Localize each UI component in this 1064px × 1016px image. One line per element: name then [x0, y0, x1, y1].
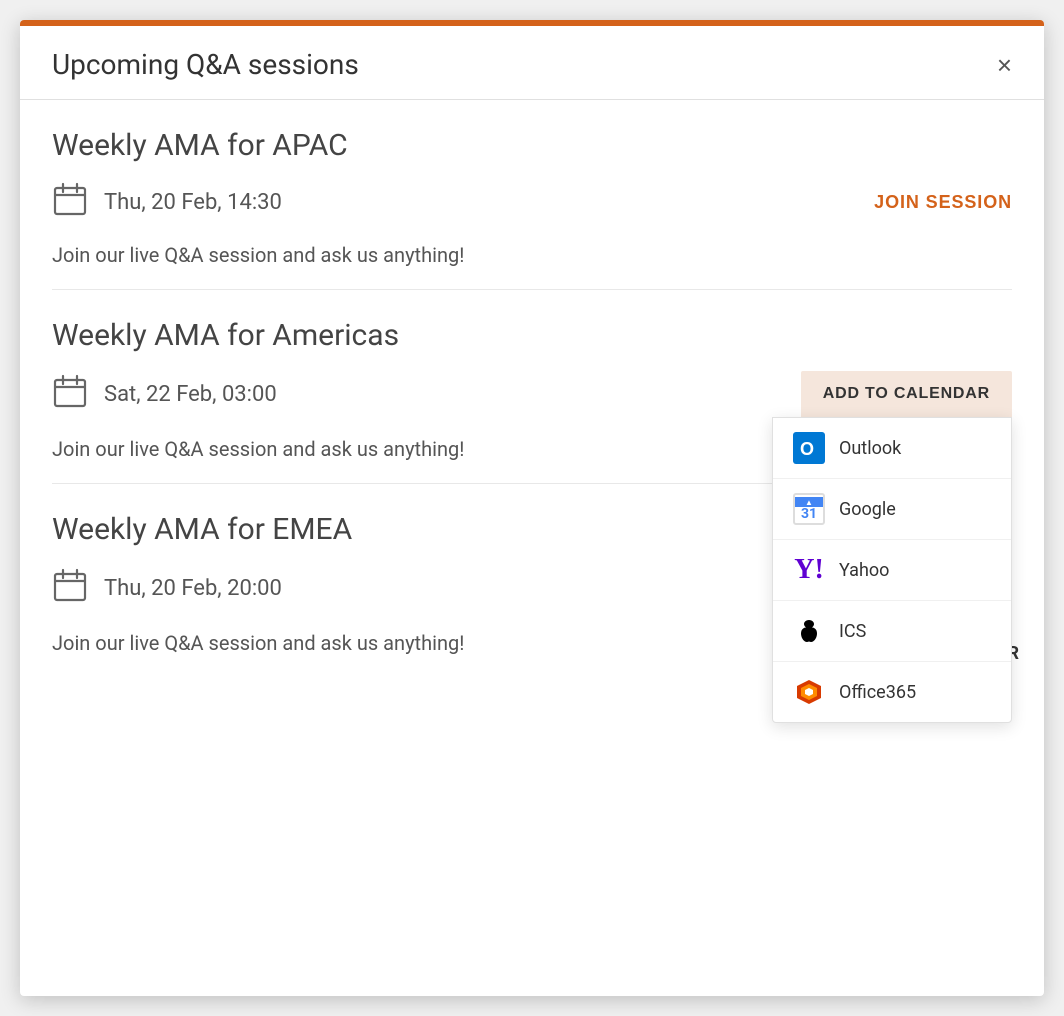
session-apac: Weekly AMA for APAC Thu, 20 Feb, 14:30 J… [52, 100, 1012, 290]
calendar-option-google[interactable]: ▲ 31 Google [773, 479, 1011, 540]
office365-label: Office365 [839, 682, 916, 703]
calendar-icon-americas [52, 373, 88, 415]
modal-container: Upcoming Q&A sessions × Weekly AMA for A… [20, 20, 1044, 996]
session-emea-date-left: Thu, 20 Feb, 20:00 [52, 567, 282, 609]
session-americas-date-left: Sat, 22 Feb, 03:00 [52, 373, 277, 415]
yahoo-label: Yahoo [839, 560, 889, 581]
session-apac-date-left: Thu, 20 Feb, 14:30 [52, 181, 282, 223]
calendar-icon-emea [52, 567, 88, 609]
add-to-calendar-wrapper: ADD TO CALENDAR O Outlook [801, 371, 1012, 417]
office365-icon [793, 676, 825, 708]
session-apac-description: Join our live Q&A session and ask us any… [52, 241, 1012, 269]
session-americas-date: Sat, 22 Feb, 03:00 [104, 382, 277, 407]
modal-header: Upcoming Q&A sessions × [20, 26, 1044, 100]
calendar-option-office365[interactable]: Office365 [773, 662, 1011, 722]
add-to-calendar-button-americas[interactable]: ADD TO CALENDAR [801, 371, 1012, 417]
session-apac-date-row: Thu, 20 Feb, 14:30 JOIN SESSION [52, 181, 1012, 223]
session-apac-date: Thu, 20 Feb, 14:30 [104, 190, 282, 215]
session-americas: Weekly AMA for Americas Sat, 22 Feb, 03:… [52, 290, 1012, 484]
join-session-button-apac[interactable]: JOIN SESSION [874, 192, 1012, 213]
outlook-label: Outlook [839, 438, 901, 459]
session-emea-date: Thu, 20 Feb, 20:00 [104, 576, 282, 601]
modal-title: Upcoming Q&A sessions [52, 48, 359, 81]
calendar-icon-apac [52, 181, 88, 223]
yahoo-icon: Y! [793, 554, 825, 586]
close-button[interactable]: × [997, 52, 1012, 78]
calendar-option-outlook[interactable]: O Outlook [773, 418, 1011, 479]
session-americas-title: Weekly AMA for Americas [52, 318, 1012, 353]
calendar-dropdown: O Outlook ▲ 31 Google [772, 417, 1012, 723]
google-label: Google [839, 499, 896, 520]
apple-icon [793, 615, 825, 647]
outlook-icon: O [793, 432, 825, 464]
google-calendar-icon: ▲ 31 [793, 493, 825, 525]
calendar-option-ics[interactable]: ICS [773, 601, 1011, 662]
ics-label: ICS [839, 621, 866, 642]
svg-text:O: O [800, 439, 814, 459]
session-americas-date-row: Sat, 22 Feb, 03:00 ADD TO CALENDAR O [52, 371, 1012, 417]
session-apac-title: Weekly AMA for APAC [52, 128, 1012, 163]
modal-body: Weekly AMA for APAC Thu, 20 Feb, 14:30 J… [20, 100, 1044, 677]
calendar-option-yahoo[interactable]: Y! Yahoo [773, 540, 1011, 601]
